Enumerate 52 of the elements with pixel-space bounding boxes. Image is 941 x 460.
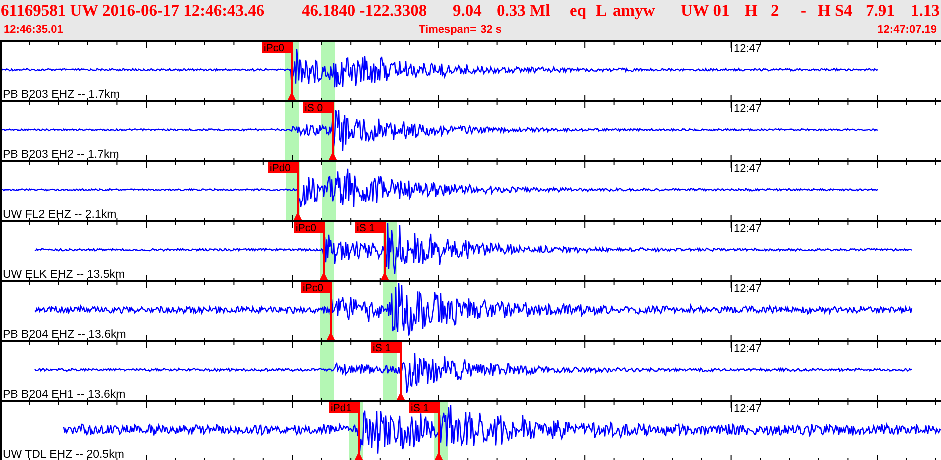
station-label: UW ELK EHZ -- 13.5km — [3, 269, 126, 280]
pick-window-band — [285, 100, 299, 160]
time-marker-label: 12:47 — [734, 343, 762, 355]
pick-flag[interactable]: iS 1 — [371, 342, 401, 354]
pick-flag[interactable]: iPd1 — [329, 402, 359, 414]
event-summary-field: UW 01 — [681, 0, 745, 22]
pick-flag[interactable]: iPc0 — [294, 222, 324, 234]
pick-triangle-icon — [355, 452, 363, 460]
event-summary-field: 61169581 UW 2016-06-17 12:46:43.46 — [1, 0, 302, 22]
pick-triangle-icon — [288, 92, 296, 100]
pick-flag[interactable]: iS 0 — [303, 102, 333, 114]
station-label: PB B203 EH2 -- 1.7km — [3, 149, 120, 160]
pick-flag[interactable]: iS 1 — [355, 222, 385, 234]
event-summary-field: 46.1840 -122.3308 — [302, 0, 453, 22]
time-marker-label: 12:47 — [734, 43, 762, 55]
time-marker-label: 12:47 — [734, 163, 762, 175]
event-summary-field: 1.13 — [911, 0, 941, 22]
pick-flag[interactable]: iPd0 — [268, 162, 298, 174]
event-summary-field: eq — [570, 0, 596, 22]
pick-triangle-icon — [329, 152, 337, 160]
start-time: 12:46:35.01 — [3, 23, 64, 38]
pick-flag[interactable]: iPc0 — [262, 42, 292, 54]
pick-triangle-icon — [397, 392, 405, 400]
station-label: UW TDL EHZ -- 20.5km — [3, 449, 124, 460]
pick-window-band — [320, 340, 334, 400]
end-time: 12:47:07.19 — [878, 23, 938, 38]
pick-triangle-icon — [320, 272, 328, 280]
timespan-value: 32 s — [480, 23, 502, 38]
event-summary-field: amyw — [613, 0, 681, 22]
station-label: UW FL2 EHZ -- 2.1km — [3, 209, 117, 220]
time-marker-label: 12:47 — [734, 223, 762, 235]
pick-triangle-icon — [294, 212, 302, 220]
pick-triangle-icon — [381, 272, 389, 280]
station-label: PB B204 EH1 -- 13.6km — [3, 389, 126, 400]
station-label: PB B204 EHZ -- 13.6km — [3, 329, 126, 340]
station-label: PB B203 EHZ -- 1.7km — [3, 89, 120, 100]
time-marker-label: 12:47 — [734, 283, 762, 295]
pick-flag[interactable]: iPc0 — [301, 282, 331, 294]
event-summary-field: 9.04 — [453, 0, 497, 22]
time-marker-label: 12:47 — [734, 103, 762, 115]
pick-flag[interactable]: iS 1 — [409, 402, 439, 414]
pick-triangle-icon — [327, 332, 335, 340]
time-marker-label: 12:47 — [734, 403, 762, 415]
event-summary-field: H S4 — [818, 0, 866, 22]
event-summary-field: 7.91 — [866, 0, 911, 22]
event-summary-field: - — [801, 0, 818, 22]
event-summary-field: H — [745, 0, 771, 22]
timespan-label: Timespan= — [419, 23, 477, 38]
pick-triangle-icon — [435, 452, 443, 460]
event-summary-field: 2 — [771, 0, 801, 22]
event-summary-field: 0.33 Ml — [497, 0, 570, 22]
event-summary-field: L — [596, 0, 613, 22]
